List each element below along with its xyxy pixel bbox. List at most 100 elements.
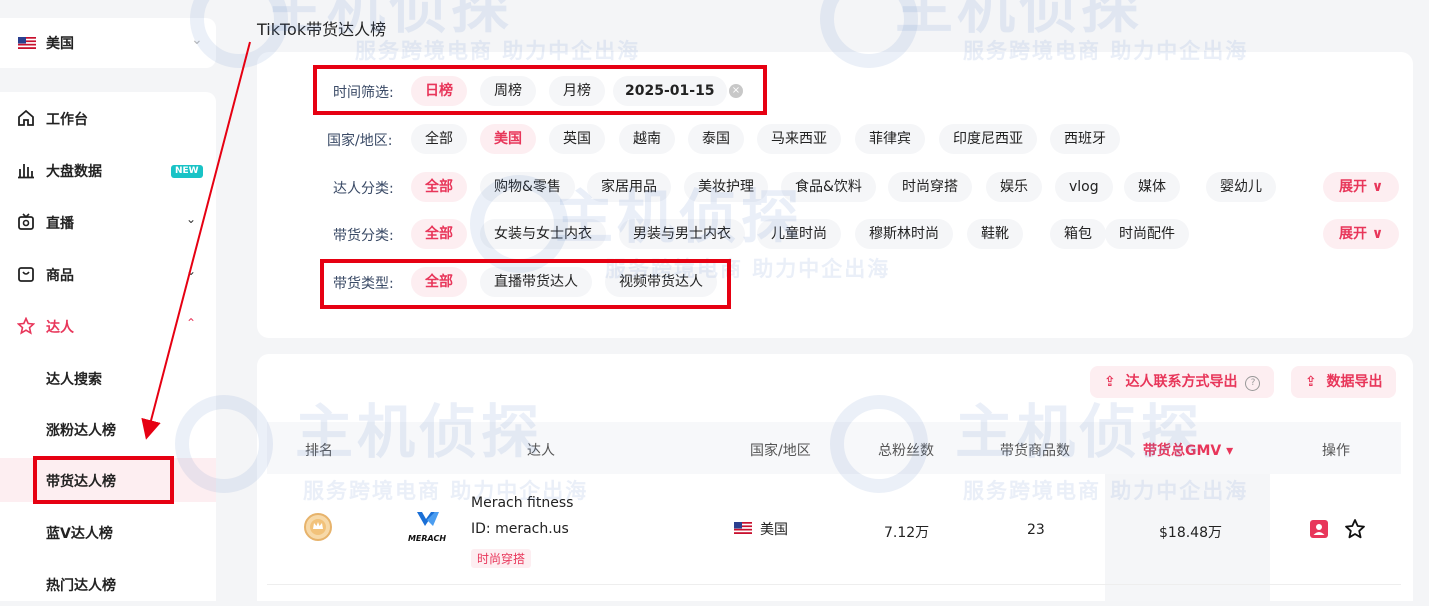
sidebar-nav: 工作台 大盘数据 NEW 直播 ⌄ 商品 ⌄ 达人 ⌃ 达人搜索 涨粉达人榜 带… <box>0 92 216 601</box>
export-contacts-label: 达人联系方式导出 <box>1125 374 1238 390</box>
column-header-gmv-label: 带货总GMV <box>1143 443 1222 459</box>
category-option[interactable]: 娱乐 <box>986 172 1042 202</box>
column-header-products[interactable]: 带货商品数 <box>1000 440 1070 460</box>
sidebar-item-label: 达人 <box>46 320 74 336</box>
new-badge: NEW <box>171 165 203 178</box>
sidebar-item-label: 大盘数据 <box>46 164 102 180</box>
filter-label: 带货分类: <box>333 228 394 244</box>
sidebar-item-live[interactable]: 直播 ⌄ <box>0 200 216 244</box>
country-option[interactable]: 美国 <box>480 124 536 154</box>
goods-option[interactable]: 男装与男士内衣 <box>619 219 745 249</box>
home-icon <box>18 109 34 126</box>
table-header: 排名 达人 国家/地区 总粉丝数 带货商品数 带货总GMV ▾ 操作 <box>267 422 1401 474</box>
column-header-actions: 操作 <box>1322 443 1350 459</box>
ranking-table-card: ⇪ 达人联系方式导出? ⇪ 数据导出 排名 达人 国家/地区 总粉丝数 带货商品… <box>257 354 1413 601</box>
country-option[interactable]: 英国 <box>549 124 605 154</box>
category-option[interactable]: 购物&零售 <box>480 172 575 202</box>
creator-id: ID: merach.us <box>471 521 569 537</box>
sort-desc-icon: ▾ <box>1226 443 1234 459</box>
sidebar-subitem-blue-v[interactable]: 蓝V达人榜 <box>0 510 216 554</box>
annotation-box-time <box>313 65 767 115</box>
country-option[interactable]: 泰国 <box>688 124 744 154</box>
expand-label: 展开 <box>1339 179 1367 195</box>
creator-tag: 时尚穿搭 <box>471 549 532 568</box>
category-option[interactable]: vlog <box>1055 172 1113 202</box>
chevron-down-icon: ∨ <box>1371 226 1384 242</box>
sidebar-item-products[interactable]: 商品 ⌄ <box>0 252 216 296</box>
sidebar-subitem-follower-growth[interactable]: 涨粉达人榜 <box>0 407 216 451</box>
goods-option[interactable]: 女装与女士内衣 <box>480 219 606 249</box>
creator-gmv: $18.48万 <box>1159 525 1222 541</box>
chevron-down-icon: ⌄ <box>186 264 197 278</box>
goods-category-row: 带货分类: 全部 女装与女士内衣 男装与男士内衣 儿童时尚 穆斯林时尚 鞋靴 箱… <box>257 216 1413 252</box>
expand-label: 展开 <box>1339 226 1367 242</box>
page-title: TikTok带货达人榜 <box>257 20 387 39</box>
sidebar-subitem-label: 热门达人榜 <box>46 578 116 594</box>
goods-option[interactable]: 穆斯林时尚 <box>855 219 953 249</box>
sidebar-subitem-hot-creators[interactable]: 热门达人榜 <box>0 562 216 606</box>
sidebar-item-label: 工作台 <box>46 112 88 128</box>
chevron-down-icon: ⌄ <box>186 212 197 226</box>
goods-option[interactable]: 全部 <box>411 219 467 249</box>
expand-button[interactable]: 展开 ∨ <box>1323 172 1400 202</box>
country-option[interactable]: 全部 <box>411 124 467 154</box>
category-option[interactable]: 婴幼儿 <box>1206 172 1276 202</box>
favorite-star-icon[interactable] <box>1344 518 1366 540</box>
country-option[interactable]: 越南 <box>619 124 675 154</box>
country-filter-row: 国家/地区: 全部 美国 英国 越南 泰国 马来西亚 菲律宾 印度尼西亚 西班牙 <box>257 121 1413 157</box>
country-option[interactable]: 印度尼西亚 <box>939 124 1037 154</box>
country-option[interactable]: 西班牙 <box>1050 124 1120 154</box>
goods-option[interactable]: 鞋靴 <box>967 219 1023 249</box>
category-option[interactable]: 家居用品 <box>587 172 671 202</box>
creator-logo: MERACH <box>405 508 449 548</box>
creator-logo-text: MERACH <box>407 534 447 543</box>
sidebar-item-workbench[interactable]: 工作台 <box>0 96 216 140</box>
sidebar-item-market-data[interactable]: 大盘数据 NEW <box>0 148 216 192</box>
goods-option[interactable]: 儿童时尚 <box>757 219 841 249</box>
category-option[interactable]: 时尚穿搭 <box>888 172 972 202</box>
sidebar-subitem-label: 涨粉达人榜 <box>46 423 116 439</box>
live-icon <box>18 213 34 230</box>
export-data-label: 数据导出 <box>1326 374 1383 390</box>
filter-label: 达人分类: <box>333 181 394 197</box>
column-header-rank: 排名 <box>305 443 333 459</box>
column-header-creator: 达人 <box>527 443 555 459</box>
creator-name[interactable]: Merach fitness <box>471 495 573 511</box>
expand-button[interactable]: 展开 ∨ <box>1323 219 1400 249</box>
us-flag-icon <box>18 37 36 49</box>
sidebar-subitem-creator-search[interactable]: 达人搜索 <box>0 356 216 400</box>
sidebar-item-label: 商品 <box>46 268 74 284</box>
category-option[interactable]: 媒体 <box>1124 172 1180 202</box>
star-icon <box>17 317 35 335</box>
column-header-followers[interactable]: 总粉丝数 <box>878 440 934 460</box>
filter-label: 国家/地区: <box>327 133 393 149</box>
country-label: 美国 <box>46 36 74 52</box>
sidebar-subitem-label: 蓝V达人榜 <box>46 526 113 542</box>
goods-option[interactable]: 箱包 <box>1050 219 1106 249</box>
country-option[interactable]: 菲律宾 <box>855 124 925 154</box>
us-flag-icon <box>734 522 752 534</box>
category-option[interactable]: 食品&饮料 <box>781 172 876 202</box>
creator-products: 23 <box>1027 522 1045 538</box>
merach-logo-icon <box>417 512 439 526</box>
help-icon[interactable]: ? <box>1245 376 1261 391</box>
export-data-button[interactable]: ⇪ 数据导出 <box>1291 366 1397 398</box>
sidebar-item-label: 直播 <box>46 216 74 232</box>
goods-option[interactable]: 时尚配件 <box>1105 219 1189 249</box>
category-option[interactable]: 美妆护理 <box>684 172 768 202</box>
sidebar-item-creators[interactable]: 达人 ⌃ <box>0 304 216 348</box>
category-option[interactable]: 全部 <box>411 172 467 202</box>
annotation-box-sidebar <box>33 456 174 504</box>
country-selector[interactable]: 美国 ⌄ <box>0 18 216 68</box>
rank-medal-icon <box>304 513 332 541</box>
creator-followers: 7.12万 <box>884 525 930 541</box>
column-header-gmv[interactable]: 带货总GMV ▾ <box>1143 440 1233 460</box>
country-option[interactable]: 马来西亚 <box>757 124 841 154</box>
export-contacts-button[interactable]: ⇪ 达人联系方式导出? <box>1090 366 1275 398</box>
export-icon: ⇪ <box>1104 374 1116 390</box>
contact-card-icon[interactable] <box>1309 519 1329 539</box>
chevron-down-icon: ⌄ <box>191 32 203 48</box>
chevron-down-icon: ∨ <box>1371 179 1384 195</box>
creator-country: 美国 <box>760 522 788 538</box>
column-header-country: 国家/地区 <box>750 443 811 459</box>
